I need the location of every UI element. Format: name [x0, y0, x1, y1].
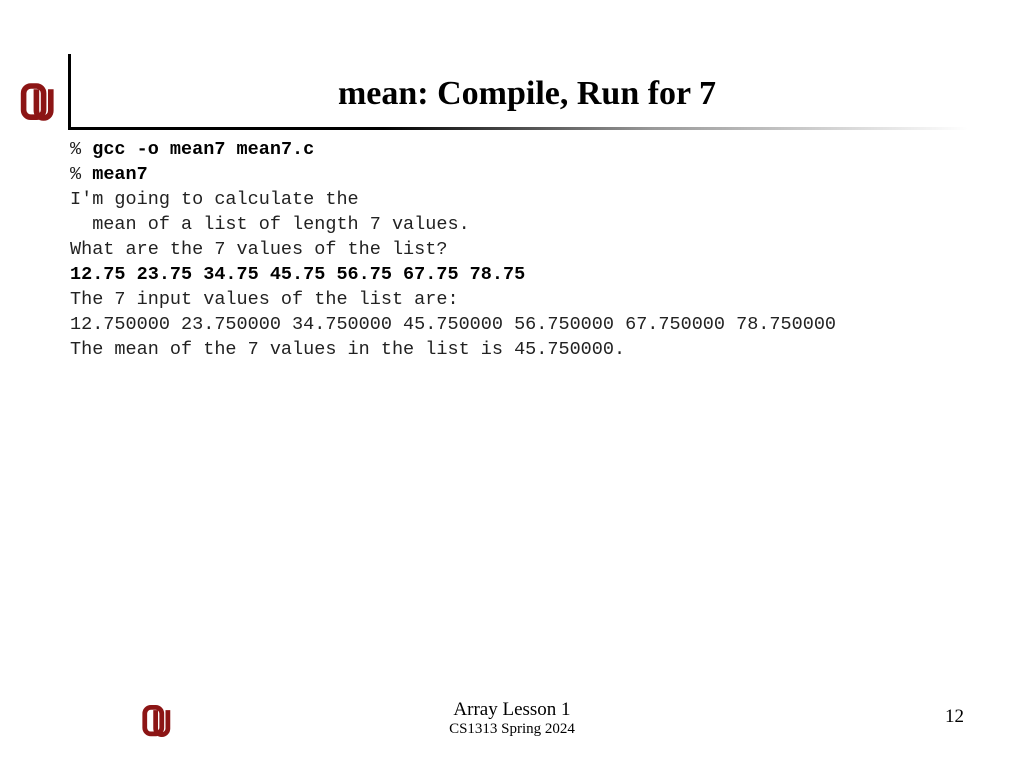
prompt: % [70, 164, 92, 185]
out-line: mean of a list of length 7 values. [70, 214, 470, 235]
prompt: % [70, 139, 92, 160]
footer-center: Array Lesson 1 CS1313 Spring 2024 [0, 699, 1024, 738]
page-number: 12 [945, 706, 964, 728]
user-input: 12.75 23.75 34.75 45.75 56.75 67.75 78.7… [70, 264, 525, 285]
footer-subtitle: CS1313 Spring 2024 [0, 721, 1024, 738]
out-line: The mean of the 7 values in the list is … [70, 339, 625, 360]
slide: mean: Compile, Run for 7 % gcc -o mean7 … [0, 0, 1024, 768]
footer-title: Array Lesson 1 [0, 699, 1024, 721]
terminal-output: % gcc -o mean7 mean7.c % mean7 I'm going… [70, 138, 984, 363]
out-line: I'm going to calculate the [70, 189, 359, 210]
run-command: mean7 [92, 164, 148, 185]
out-line: The 7 input values of the list are: [70, 289, 459, 310]
out-line: 12.750000 23.750000 34.750000 45.750000 … [70, 314, 836, 335]
out-line: What are the 7 values of the list? [70, 239, 447, 260]
ou-logo-icon [18, 82, 58, 122]
compile-command: gcc -o mean7 mean7.c [92, 139, 314, 160]
footer: Array Lesson 1 CS1313 Spring 2024 12 [0, 688, 1024, 738]
slide-title: mean: Compile, Run for 7 [70, 75, 984, 113]
title-horizontal-rule [68, 127, 968, 130]
